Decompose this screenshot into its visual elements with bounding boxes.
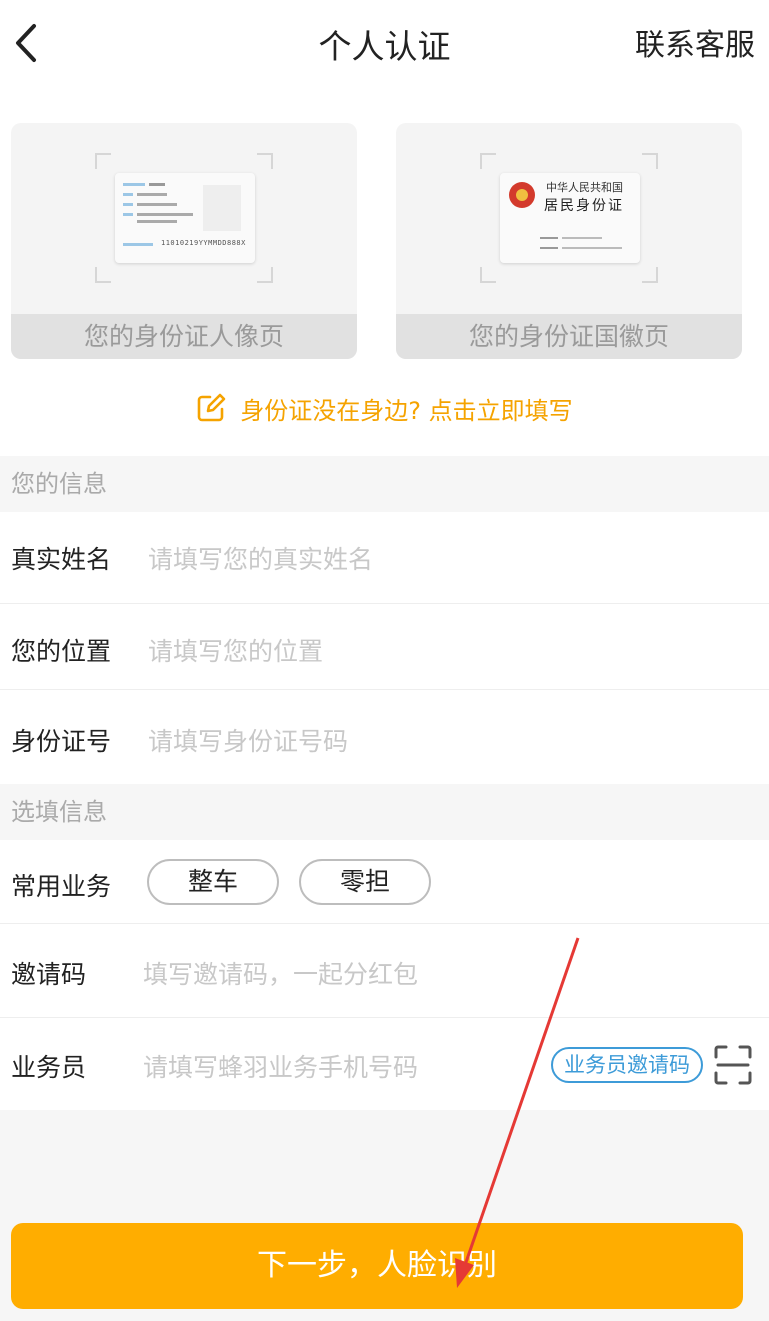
agent-input[interactable]: 请填写蜂羽业务手机号码 [143,1048,418,1084]
frame-corner [480,267,496,283]
frame-corner [257,267,273,283]
next-face-recognition-button[interactable]: 下一步，人脸识别 [11,1223,743,1309]
idno-input[interactable]: 请填写身份证号码 [148,722,348,758]
idno-row[interactable]: 身份证号 请填写身份证号码 [0,690,769,784]
id-back-upload[interactable]: 中华人民共和国 居民身份证 您的身份证国徽页 [396,123,742,359]
business-option-full-truck[interactable]: 整车 [147,859,279,905]
frame-corner [642,267,658,283]
agent-label: 业务员 [11,1053,87,1082]
section-header-optional: 选填信息 [0,784,769,840]
id-front-sample-image: 11010219YYMMDD888X [115,173,255,263]
id-back-title-line1: 中华人民共和国 [546,181,623,194]
contact-service-button[interactable]: 联系客服 [635,20,755,64]
name-label: 真实姓名 [11,545,112,574]
manual-fill-link[interactable]: 身份证没在身边? 点击立即填写 [0,388,769,428]
frame-corner [480,153,496,169]
edit-icon [198,393,226,422]
id-back-title-line2: 居民身份证 [544,198,624,214]
frame-corner [95,267,111,283]
name-input[interactable]: 请填写您的真实姓名 [148,540,373,576]
id-back-sample-image: 中华人民共和国 居民身份证 [500,173,640,263]
id-front-number: 11010219YYMMDD888X [161,239,246,247]
invite-label: 邀请码 [11,960,87,989]
id-front-illustration [123,183,241,246]
frame-corner [95,153,111,169]
location-label: 您的位置 [11,637,112,666]
scan-icon[interactable] [714,1045,752,1085]
invite-input[interactable]: 填写邀请码，一起分红包 [143,955,418,991]
invite-row[interactable]: 邀请码 填写邀请码，一起分红包 [0,924,769,1018]
business-label: 常用业务 [11,872,112,901]
agent-row[interactable]: 业务员 请填写蜂羽业务手机号码 业务员邀请码 [0,1018,769,1110]
id-back-caption: 您的身份证国徽页 [396,314,742,359]
business-option-less-than-truck[interactable]: 零担 [299,859,431,905]
id-front-caption: 您的身份证人像页 [11,314,357,359]
section-header-info: 您的信息 [0,456,769,512]
id-front-upload[interactable]: 11010219YYMMDD888X 您的身份证人像页 [11,123,357,359]
idno-label: 身份证号 [11,727,112,756]
business-row: 常用业务 整车 零担 [0,840,769,924]
name-row[interactable]: 真实姓名 请填写您的真实姓名 [0,512,769,604]
agent-invite-code-badge[interactable]: 业务员邀请码 [551,1047,703,1083]
header-bar: 个人认证 联系客服 [0,0,769,86]
location-row[interactable]: 您的位置 请填写您的位置 [0,604,769,690]
frame-corner [257,153,273,169]
manual-fill-text: 身份证没在身边? 点击立即填写 [240,396,573,425]
frame-corner [642,153,658,169]
location-input[interactable]: 请填写您的位置 [148,632,323,668]
